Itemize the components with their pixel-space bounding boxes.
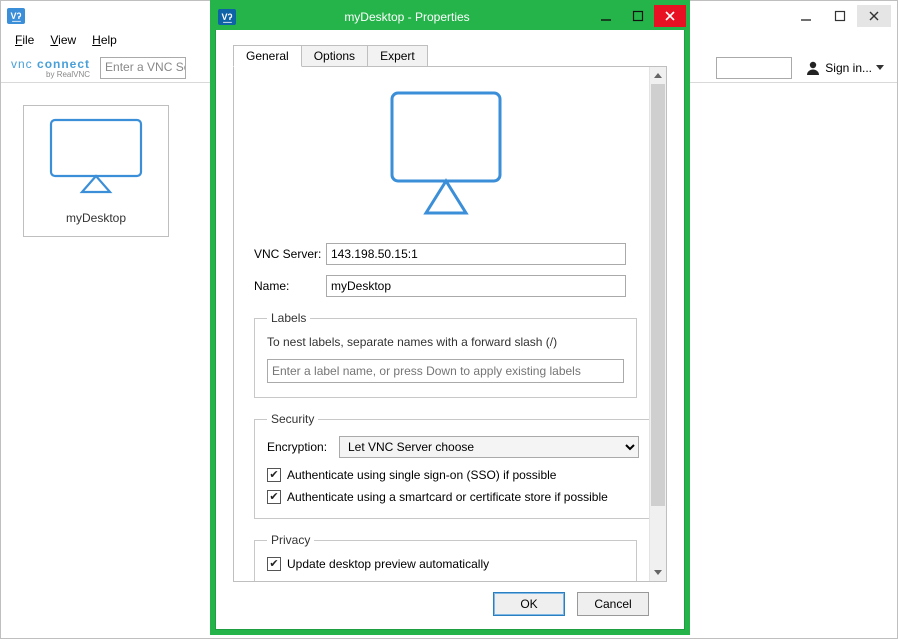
scroll-thumb[interactable] [651, 84, 665, 506]
chevron-down-icon [876, 65, 884, 70]
scroll-up-button[interactable] [650, 67, 666, 84]
right-search-input[interactable] [716, 57, 792, 79]
pane-scrollbar[interactable] [649, 67, 666, 581]
dlg-maximize-button[interactable] [622, 5, 654, 27]
scroll-down-button[interactable] [650, 564, 666, 581]
menu-help[interactable]: Help [84, 31, 125, 53]
menu-file[interactable]: File [7, 31, 42, 53]
update-preview-label: Update desktop preview automatically [287, 557, 489, 571]
labels-group: Labels To nest labels, separate names wi… [254, 311, 637, 398]
brand-logo: vnc connect by RealVNC [7, 56, 94, 79]
vnc-server-input[interactable] [326, 243, 626, 265]
dialog-button-row: OK Cancel [233, 582, 667, 630]
connection-card-label: myDesktop [66, 211, 126, 225]
sso-checkbox[interactable]: ✔ [267, 468, 281, 482]
tab-options[interactable]: Options [301, 45, 368, 67]
labels-help: To nest labels, separate names with a fo… [267, 335, 624, 349]
tabs: General Options Expert [233, 43, 667, 67]
name-label: Name: [254, 279, 326, 293]
signin-label: Sign in... [825, 61, 872, 75]
tab-expert[interactable]: Expert [367, 45, 428, 67]
cancel-button[interactable]: Cancel [577, 592, 649, 616]
menu-view[interactable]: View [42, 31, 84, 53]
dlg-minimize-button[interactable] [590, 5, 622, 27]
dialog-titlebar[interactable]: V͟ʔ myDesktop - Properties [214, 4, 686, 30]
smartcard-checkbox-label: Authenticate using a smartcard or certif… [287, 490, 608, 504]
privacy-group: Privacy ✔ Update desktop preview automat… [254, 533, 637, 581]
monitor-icon [46, 117, 146, 195]
smartcard-checkbox[interactable]: ✔ [267, 490, 281, 504]
chevron-down-icon [654, 570, 662, 575]
connection-card[interactable]: myDesktop [23, 105, 169, 237]
privacy-legend: Privacy [267, 533, 314, 547]
scroll-track[interactable] [650, 84, 666, 564]
back-minimize-button[interactable] [789, 5, 823, 27]
tab-general[interactable]: General [233, 45, 302, 67]
chevron-up-icon [654, 73, 662, 78]
dialog-title: myDesktop - Properties [244, 10, 590, 24]
tab-pane-general: VNC Server: Name: Labels To nest labels,… [233, 67, 667, 582]
encryption-select[interactable]: Let VNC Server choose [339, 436, 639, 458]
security-group: Security Encryption: Let VNC Server choo… [254, 412, 649, 519]
dialog-logo-icon: V͟ʔ [218, 9, 236, 25]
properties-dialog: V͟ʔ myDesktop - Properties General Optio… [210, 0, 690, 635]
vnc-server-label: VNC Server: [254, 247, 326, 261]
back-maximize-button[interactable] [823, 5, 857, 27]
signin-button[interactable]: Sign in... [798, 56, 891, 80]
labels-input[interactable] [267, 359, 624, 383]
monitor-illustration-icon [386, 89, 506, 219]
encryption-label: Encryption: [267, 440, 339, 454]
app-logo-icon: V͟ʔ [7, 8, 25, 24]
address-search-input[interactable]: Enter a VNC Server address or search [100, 57, 186, 79]
ok-button[interactable]: OK [493, 592, 565, 616]
name-input[interactable] [326, 275, 626, 297]
dlg-close-button[interactable] [654, 5, 686, 27]
sso-checkbox-label: Authenticate using single sign-on (SSO) … [287, 468, 556, 482]
update-preview-checkbox[interactable]: ✔ [267, 557, 281, 571]
labels-legend: Labels [267, 311, 310, 325]
back-close-button[interactable] [857, 5, 891, 27]
user-icon [805, 60, 821, 76]
security-legend: Security [267, 412, 318, 426]
